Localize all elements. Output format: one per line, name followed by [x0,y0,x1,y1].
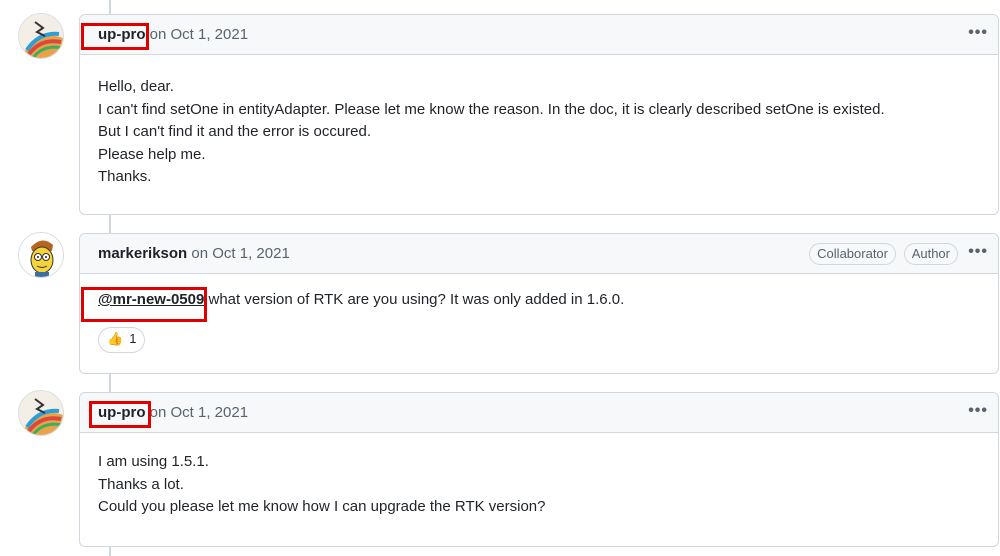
thumbs-up-reaction-button[interactable]: 👍 1 [98,326,146,353]
avatar-up-pro[interactable] [18,13,64,59]
comment-menu-icon[interactable]: ••• [968,23,988,43]
comment-line: But I can't find it and the error is occ… [98,123,372,141]
reaction-count: 1 [129,331,137,347]
highlight-box [81,287,207,322]
comment-timestamp[interactable]: on Oct 1, 2021 [145,404,248,421]
comment-card: up-pro on Oct 1, 2021 ••• Hello, dear. I… [79,14,999,215]
comment-body: I am using 1.5.1. Thanks a lot. Could yo… [80,433,998,532]
comment-line: Please help me. [98,145,206,163]
comment-menu-icon[interactable]: ••• [968,401,988,421]
comment-timestamp[interactable]: on Oct 1, 2021 [187,245,289,262]
comment-line: @mr-new-0509 what version of RTK are you… [98,289,980,312]
author-badge: Author [903,243,958,265]
comment-header: up-pro on Oct 1, 2021 ••• [80,15,998,55]
comment-author[interactable]: markerikson [98,245,187,262]
comment-body: @mr-new-0509 what version of RTK are you… [80,274,998,366]
comment-text: what version of RTK are you using? It wa… [204,291,625,308]
comment-line: I can't find setOne in entityAdapter. Pl… [98,100,885,118]
avatar-up-pro[interactable] [18,390,64,436]
highlight-box [89,401,151,428]
comment-header: up-pro on Oct 1, 2021 ••• [80,393,998,433]
comment-body: Hello, dear. I can't find setOne in enti… [80,55,998,202]
abstract-art-avatar-icon [19,14,63,58]
thumbs-up-icon: 👍 [107,331,124,347]
comment-timestamp[interactable]: on Oct 1, 2021 [145,26,248,43]
comment-header: markerikson on Oct 1, 2021 Collaborator … [80,234,998,274]
comment-line: I am using 1.5.1. [98,453,209,470]
comment-line: Could you please let me know how I can u… [98,498,546,516]
collaborator-badge: Collaborator [809,243,896,265]
comment-line: Hello, dear. [98,78,174,95]
comment-line: Thanks a lot. [98,475,184,493]
avatar-markerikson[interactable] [18,232,64,278]
comment-line: Thanks. [98,168,152,186]
comment-menu-icon[interactable]: ••• [968,242,988,262]
comment-card: up-pro on Oct 1, 2021 ••• I am using 1.5… [79,392,999,547]
abstract-art-avatar-icon [19,391,63,435]
comment-card: markerikson on Oct 1, 2021 Collaborator … [79,233,999,374]
cartoon-face-avatar-icon [19,233,63,277]
highlight-box [81,23,149,50]
